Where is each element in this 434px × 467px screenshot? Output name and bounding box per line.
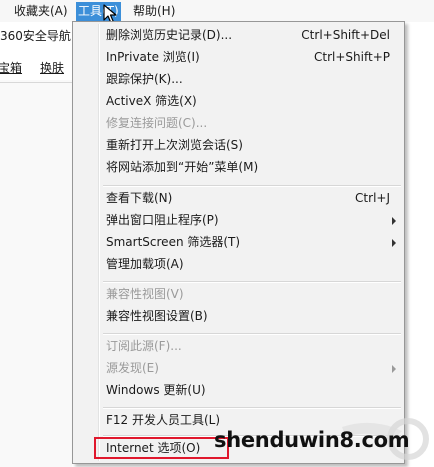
favorites-bar: 360安全导航 [0, 26, 71, 46]
submenu-arrow-icon [392, 217, 396, 225]
menu-item-shortcut: Ctrl+J [355, 191, 390, 205]
menu-item-compat-view: 兼容性视图(V) [75, 285, 402, 304]
menu-item-label: 源发现(E) [106, 361, 159, 375]
menu-item-tracking-protection[interactable]: 跟踪保护(K)... [75, 70, 402, 89]
menu-item-label: 查看下载(N) [106, 191, 173, 205]
menu-item-label: 删除浏览历史记录(D)... [106, 28, 233, 42]
menu-item-label: 将网站添加到“开始”菜单(M) [106, 160, 259, 174]
menu-item-reopen-session[interactable]: 重新打开上次浏览会话(S) [75, 136, 402, 155]
watermark-text: shenduwin8.com [214, 428, 410, 452]
menu-item-fix-connection: 修复连接问题(C)... [75, 114, 402, 133]
menu-item-label: 修复连接问题(C)... [106, 116, 208, 130]
menu-item-label: Windows 更新(U) [106, 383, 206, 397]
submenu-arrow-icon [392, 365, 396, 373]
menu-item-label: 管理加载项(A) [106, 257, 184, 271]
menu-item-label: 订阅此源(F)... [106, 339, 182, 353]
menu-item-view-downloads[interactable]: 查看下载(N) Ctrl+J [75, 189, 402, 208]
tools-menu: 删除浏览历史记录(D)... Ctrl+Shift+Del InPrivate … [72, 21, 405, 464]
menu-item-inprivate[interactable]: InPrivate 浏览(I) Ctrl+Shift+P [75, 48, 402, 67]
menu-item-label: 兼容性视图设置(B) [106, 309, 208, 323]
cmd-change-skin[interactable]: 换肤 [40, 58, 64, 78]
menu-separator [103, 407, 401, 409]
menu-item-smartscreen[interactable]: SmartScreen 筛选器(T) [75, 233, 402, 252]
favorites-item-360-nav[interactable]: 360安全导航 [0, 29, 71, 43]
menu-item-subscribe-feed: 订阅此源(F)... [75, 337, 402, 356]
menu-item-label: 兼容性视图(V) [106, 287, 184, 301]
menu-item-label: 弹出窗口阻止程序(P) [106, 213, 219, 227]
menu-item-shortcut: Ctrl+Shift+Del [301, 28, 390, 42]
submenu-arrow-icon [392, 239, 396, 247]
cmd-treasure-box[interactable]: 宝箱 [0, 58, 22, 78]
menu-item-shortcut: Ctrl+Shift+P [314, 50, 390, 64]
menu-item-compat-view-settings[interactable]: 兼容性视图设置(B) [75, 307, 402, 326]
menu-help[interactable]: 帮助(H) [133, 3, 175, 20]
menu-separator [103, 281, 401, 283]
menu-item-label: 跟踪保护(K)... [106, 72, 183, 86]
menu-item-manage-addons[interactable]: 管理加载项(A) [75, 255, 402, 274]
menu-item-label: ActiveX 筛选(X) [106, 94, 197, 108]
menu-item-label: F12 开发人员工具(L) [106, 413, 221, 427]
menu-item-windows-update[interactable]: Windows 更新(U) [75, 381, 402, 400]
menu-item-feed-discovery: 源发现(E) [75, 359, 402, 378]
page-background [0, 80, 72, 467]
menu-item-add-to-start[interactable]: 将网站添加到“开始”菜单(M) [75, 158, 402, 177]
menu-separator [103, 185, 401, 187]
menu-item-label: InPrivate 浏览(I) [106, 50, 200, 64]
divider [0, 82, 72, 83]
menu-favorites[interactable]: 收藏夹(A) [14, 3, 68, 20]
menu-item-delete-history[interactable]: 删除浏览历史记录(D)... Ctrl+Shift+Del [75, 26, 402, 45]
highlight-annotation-box [94, 437, 229, 459]
menu-item-label: 重新打开上次浏览会话(S) [106, 138, 243, 152]
menu-item-label: SmartScreen 筛选器(T) [106, 235, 241, 249]
menu-item-activex-filter[interactable]: ActiveX 筛选(X) [75, 92, 402, 111]
menu-separator [103, 333, 401, 335]
menu-item-popup-blocker[interactable]: 弹出窗口阻止程序(P) [75, 211, 402, 230]
menu-bar: 收藏夹(A) 工具(T) 帮助(H) [0, 0, 434, 22]
